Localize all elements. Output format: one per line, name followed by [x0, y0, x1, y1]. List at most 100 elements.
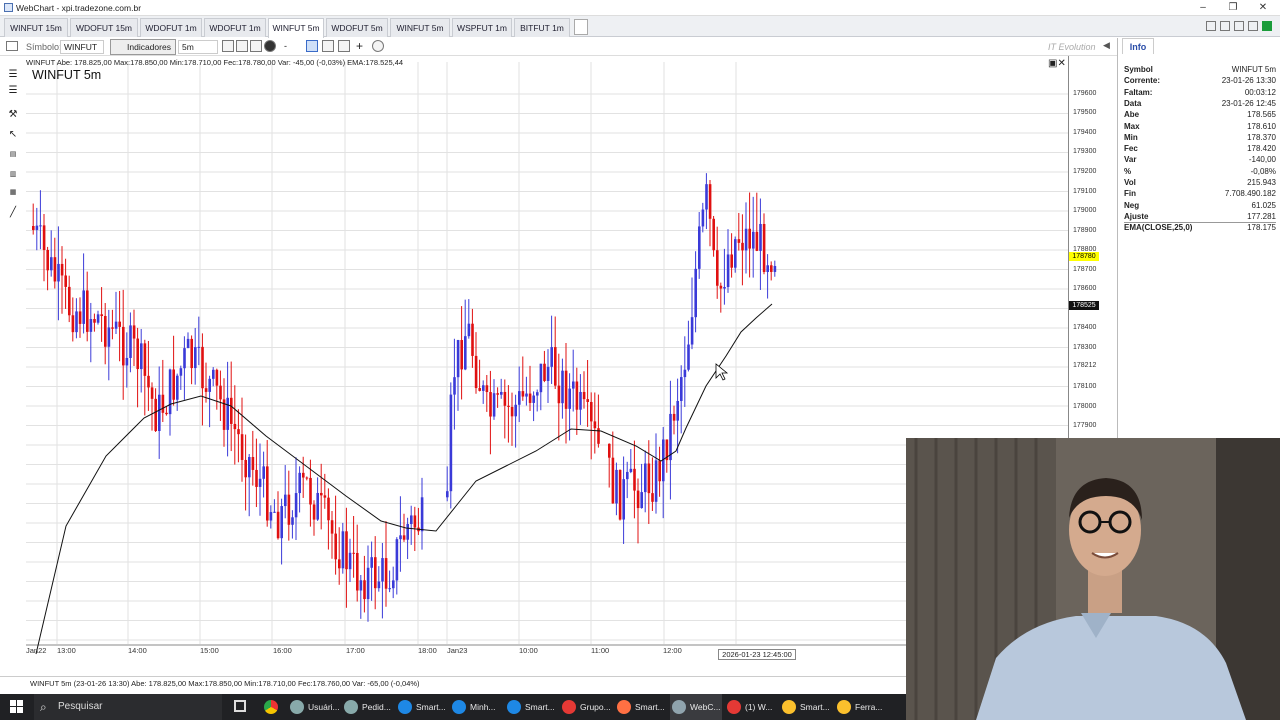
lines-icon[interactable]: ☰	[6, 86, 20, 96]
tab-wdofut-1m-a[interactable]: WDOFUT 1m	[140, 18, 202, 37]
zoom-icon[interactable]	[222, 40, 234, 52]
candle-body	[240, 434, 244, 460]
candle-body	[381, 558, 384, 582]
style-select[interactable]: -	[284, 41, 287, 51]
candle-body	[197, 346, 201, 348]
tab-wspfut-1m[interactable]: WSPFUT 1m	[452, 18, 512, 37]
clock-icon[interactable]	[372, 40, 384, 52]
candle-body	[219, 385, 222, 400]
new-tab-icon[interactable]	[574, 19, 588, 35]
tab-wdofut-5m[interactable]: WDOFUT 5m	[326, 18, 388, 37]
crosshair-icon[interactable]	[250, 40, 262, 52]
close-window-button[interactable]: ✕	[1248, 1, 1278, 15]
windows-start-icon[interactable]	[10, 700, 23, 713]
grid-icon[interactable]	[1206, 21, 1216, 31]
price-axis[interactable]: 179600 179500 179400 179300 179200 179100 1790…	[1068, 56, 1117, 442]
candle-body	[194, 347, 197, 369]
candle-body	[334, 533, 337, 560]
chrome-icon[interactable]	[264, 700, 278, 714]
search-placeholder: Pesquisar	[58, 701, 103, 712]
taskbar-app[interactable]: Ferra...	[835, 694, 887, 720]
info-tab[interactable]: Info	[1122, 38, 1154, 54]
app-label: Minh...	[470, 702, 496, 712]
taskbar-app[interactable]: Smart...	[780, 694, 832, 720]
export-icon[interactable]	[1234, 21, 1244, 31]
candle-body	[172, 369, 175, 400]
tab-winfut-5m[interactable]: WINFUT 5m	[390, 18, 450, 37]
save-icon[interactable]	[1220, 21, 1230, 31]
time-tick: 13:00	[57, 646, 76, 655]
info-value: 23-01-26 13:30	[1221, 76, 1276, 86]
symbol-input[interactable]: WINFUT	[60, 40, 104, 54]
add-icon[interactable]: +	[356, 39, 363, 53]
restore-button[interactable]: ❐	[1218, 1, 1248, 15]
taskbar-search[interactable]: ⌕ Pesquisar	[34, 694, 222, 720]
info-key: Data	[1124, 98, 1142, 108]
menu-icon[interactable]: ☰	[6, 70, 20, 80]
timeframe-select[interactable]: 5m	[178, 40, 218, 54]
sound-icon[interactable]	[1248, 21, 1258, 31]
tab-wdofut-1m-b[interactable]: WDOFUT 1m	[204, 18, 266, 37]
tab-wdofut-15m[interactable]: WDOFUT 15m	[70, 18, 138, 37]
taskbar-app[interactable]: Minh...	[450, 694, 502, 720]
candle-body	[579, 391, 582, 410]
candle-body	[64, 275, 67, 287]
fibonacci-icon[interactable]: ▤	[6, 150, 20, 160]
time-tick: 16:00	[273, 646, 292, 655]
taskbar-app[interactable]: Grupo...	[560, 694, 612, 720]
layout-icon[interactable]	[306, 40, 318, 52]
info-key: Faltam:	[1124, 87, 1153, 97]
info-value: 178.610	[1247, 121, 1276, 131]
chart-close-icon[interactable]: ▣✕	[1048, 58, 1066, 69]
pointer-icon[interactable]: ↖	[6, 130, 20, 140]
time-tick: 11:00	[591, 646, 610, 655]
taskbar-app[interactable]: Smart...	[615, 694, 667, 720]
draw-icon[interactable]	[236, 40, 248, 52]
tab-winfut-5m-active[interactable]: WINFUT 5m	[268, 18, 324, 38]
candle-body	[528, 393, 532, 403]
candle-body	[410, 515, 413, 525]
candle-body	[345, 531, 348, 570]
tab-bitfut-1m[interactable]: BITFUT 1m	[514, 18, 570, 37]
candle-body	[680, 377, 683, 401]
taskbar-app[interactable]: Smart...	[396, 694, 448, 720]
app-icon	[782, 700, 796, 714]
candle-body	[543, 363, 546, 381]
candle-body	[377, 581, 381, 589]
trendline-icon[interactable]: ╱	[6, 208, 20, 218]
eye-icon[interactable]	[264, 40, 276, 52]
info-key: Vol	[1124, 178, 1136, 187]
collapse-panel-icon[interactable]: ◀	[1103, 40, 1110, 51]
candle-body	[694, 268, 697, 318]
taskbar-app[interactable]: (1) W...	[725, 694, 777, 720]
candle-body	[683, 369, 687, 378]
info-row: Min 178.370	[1124, 132, 1276, 143]
minimize-button[interactable]: –	[1188, 1, 1218, 15]
taskbar-app[interactable]: Pedid...	[342, 694, 394, 720]
candle-body	[147, 375, 150, 388]
task-view-icon[interactable]	[234, 700, 246, 712]
wrench-icon[interactable]: ⚒	[6, 110, 20, 120]
candle-body	[316, 492, 319, 520]
taskbar-app[interactable]: WebC...	[670, 694, 722, 720]
copy-icon[interactable]	[338, 40, 350, 52]
candle-body	[561, 370, 564, 404]
candle-body	[305, 477, 309, 479]
tab-winfut-15m[interactable]: WINFUT 15m	[4, 18, 68, 37]
indicators-button[interactable]: Indicadores	[110, 39, 176, 55]
info-value: 23-01-26 12:45	[1221, 98, 1276, 108]
candle-body	[140, 343, 143, 370]
taskbar-app[interactable]: Usuári...	[288, 694, 340, 720]
info-row: Vol 215.943	[1124, 177, 1276, 188]
candle-body	[266, 466, 269, 521]
candle-body	[53, 257, 57, 282]
info-row: EMA(CLOSE,25,0) 178.175	[1124, 222, 1276, 233]
candle-body	[370, 557, 373, 568]
channel-icon[interactable]: ▥	[6, 170, 20, 180]
text-tool-icon[interactable]: ▦	[6, 188, 20, 198]
taskbar-app[interactable]: Smart...	[505, 694, 557, 720]
crosshair-date-label: 2026-01-23 12:45:00	[718, 649, 796, 660]
print-icon[interactable]	[322, 40, 334, 52]
window-layout-icon[interactable]	[6, 41, 18, 51]
app-icon	[4, 3, 13, 12]
